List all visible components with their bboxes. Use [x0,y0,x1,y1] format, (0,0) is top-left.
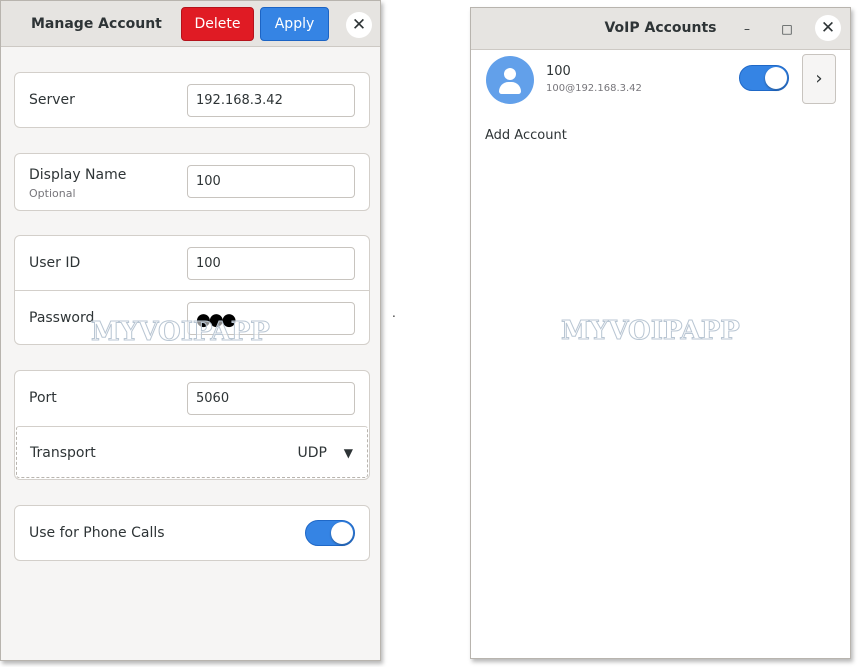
user-id-input[interactable] [187,247,355,280]
display-name-optional-hint: Optional [29,187,76,200]
dropdown-arrow-icon: ▼ [343,446,353,460]
account-name: 100 [546,64,571,79]
add-account-button[interactable]: Add Account [485,128,567,143]
port-input[interactable] [187,382,355,415]
watermark: MYVOIPAPP [561,316,741,347]
user-id-row: User ID [15,236,369,290]
display-name-group: Display Name Optional [14,153,370,211]
user-avatar-icon [486,56,534,104]
voip-accounts-window: VoIP Accounts – □ ✕ 100 100@192.168.3.42… [470,7,851,659]
transport-label: Transport [30,445,96,461]
window-title: Manage Account [31,16,162,32]
delete-button[interactable]: Delete [181,7,254,41]
switch-knob [765,67,787,89]
port-label: Port [29,390,57,406]
transport-dropdown[interactable]: Transport UDP ▼ [16,426,368,478]
server-group: Server [14,72,370,128]
credentials-group: User ID Password ●●● [14,235,370,345]
phone-calls-label: Use for Phone Calls [29,525,165,541]
display-name-input[interactable] [187,165,355,198]
account-address: 100@192.168.3.42 [546,83,642,94]
transport-value: UDP [297,445,327,461]
manage-account-window: Manage Account Delete Apply ✕ Server Dis… [0,0,381,661]
voip-accounts-titlebar: VoIP Accounts – □ ✕ [471,8,850,50]
manage-account-titlebar: Manage Account Delete Apply ✕ [1,1,380,47]
maximize-icon[interactable]: □ [777,19,797,39]
server-label: Server [29,92,75,108]
close-icon[interactable]: ✕ [346,12,372,38]
server-row: Server [15,73,369,127]
chevron-right-icon[interactable]: › [802,54,836,104]
password-label: Password [29,310,95,326]
connection-group: Port Transport UDP ▼ [14,370,370,480]
user-id-label: User ID [29,255,81,271]
password-input[interactable]: ●●● [187,302,355,335]
display-name-row: Display Name Optional [15,154,369,210]
port-row: Port [15,371,369,425]
close-icon[interactable]: ✕ [815,15,841,41]
server-input[interactable] [187,84,355,117]
separator-dot: . [392,306,396,320]
phone-calls-row: Use for Phone Calls [15,506,369,560]
switch-knob [331,522,353,544]
password-row: Password ●●● [15,290,369,344]
account-enabled-switch[interactable] [739,65,789,91]
phone-calls-switch[interactable] [305,520,355,546]
display-name-label: Display Name [29,167,127,183]
minimize-icon[interactable]: – [737,19,757,39]
apply-button[interactable]: Apply [260,7,329,41]
phone-calls-group: Use for Phone Calls [14,505,370,561]
password-dots: ●●● [196,310,236,330]
